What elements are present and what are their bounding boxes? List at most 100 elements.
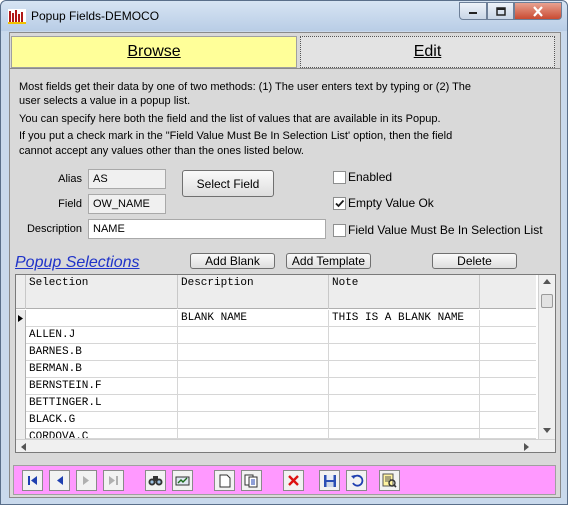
minimize-icon [469,12,477,14]
info-line-3: You can specify here both the field and … [19,113,441,125]
tab-browse[interactable]: Browse [11,36,297,68]
popup-selections-title[interactable]: Popup Selections [15,254,140,272]
enabled-checkbox[interactable] [333,171,346,184]
empty-value-ok-checkbox[interactable] [333,197,346,210]
cell-selection[interactable]: BERNSTEIN.F [26,378,178,395]
cell-note[interactable] [329,361,480,378]
cell-note[interactable] [329,429,480,438]
cell-note[interactable] [329,412,480,429]
find-icon [148,476,163,486]
prev-record-icon [57,476,63,485]
table-row[interactable]: BERMAN.B [26,361,536,378]
save-button[interactable] [319,470,340,491]
report-button[interactable] [172,470,193,491]
tab-edit[interactable]: Edit [300,36,555,68]
first-record-button[interactable] [22,470,43,491]
enabled-label: Enabled [348,170,393,184]
close-button[interactable] [514,2,562,20]
add-blank-button[interactable]: Add Blank [190,253,275,269]
minimize-button[interactable] [459,2,487,20]
copy-record-button[interactable] [241,470,262,491]
delete-record-icon [288,475,299,486]
maximize-button[interactable] [487,2,514,20]
row-selector-column [16,310,26,439]
client-area: Browse Edit Most fields get their data b… [9,32,561,498]
scroll-thumb[interactable] [541,294,553,308]
cell-selection[interactable] [26,310,178,327]
table-row[interactable]: BLANK NAME THIS IS A BLANK NAME [26,310,536,327]
next-record-button[interactable] [76,470,97,491]
info-line-2: user selects a value in a popup list. [19,95,191,107]
select-field-button[interactable]: Select Field [182,170,274,197]
table-row[interactable]: BARNES.B [26,344,536,361]
info-line-4: If you put a check mark in the "Field Va… [19,130,453,142]
table-row[interactable]: BLACK.G [26,412,536,429]
new-record-button[interactable] [214,470,235,491]
cell-selection[interactable]: CORDOVA.C [26,429,178,438]
last-record-button[interactable] [103,470,124,491]
cell-description[interactable] [178,327,329,344]
horizontal-scrollbar[interactable] [16,439,555,452]
column-header-selection[interactable]: Selection [26,275,178,309]
maximize-icon [495,6,506,16]
title-bar[interactable]: Popup Fields-DEMOCO [1,1,567,31]
table-row[interactable]: BERNSTEIN.F [26,378,536,395]
alias-field[interactable]: AS [88,169,166,189]
undo-button[interactable] [346,470,367,491]
find-button[interactable] [145,470,166,491]
scroll-down-icon [543,428,551,433]
vertical-scrollbar[interactable] [538,275,555,439]
tab-divider [10,68,560,69]
cell-selection[interactable]: BETTINGER.L [26,395,178,412]
cell-description[interactable] [178,395,329,412]
cell-selection[interactable]: BERMAN.B [26,361,178,378]
cell-description[interactable]: BLANK NAME [178,310,329,327]
delete-button[interactable]: Delete [432,253,517,269]
delete-record-button[interactable] [283,470,304,491]
info-line-5: cannot accept any values other than the … [19,145,304,157]
cell-description[interactable] [178,412,329,429]
cell-note[interactable] [329,327,480,344]
cell-description[interactable] [178,344,329,361]
table-row[interactable]: CORDOVA.C [26,429,536,439]
info-line-1: Most fields get their data by one of two… [19,81,472,93]
app-icon [8,9,26,24]
cell-description[interactable] [178,361,329,378]
cell-note[interactable] [329,395,480,412]
must-be-in-list-checkbox[interactable] [333,224,346,237]
new-record-icon [219,474,230,487]
cell-selection[interactable]: ALLEN.J [26,327,178,344]
next-record-icon [83,476,89,485]
table-row[interactable]: ALLEN.J [26,327,536,344]
save-icon [323,474,336,487]
alias-label: Alias [58,173,82,185]
cell-selection[interactable]: BARNES.B [26,344,178,361]
column-header-note[interactable]: Note [329,275,480,309]
current-row-icon [18,315,23,322]
cell-selection[interactable]: BLACK.G [26,412,178,429]
cell-note[interactable] [329,344,480,361]
add-template-button[interactable]: Add Template [286,253,371,269]
description-field[interactable]: NAME [88,219,326,239]
window-title: Popup Fields-DEMOCO [31,9,160,23]
column-header-description[interactable]: Description [178,275,329,309]
undo-icon [350,474,363,487]
must-be-in-list-label: Field Value Must Be In Selection List [348,223,543,237]
cell-description[interactable] [178,378,329,395]
popup-grid[interactable]: Selection Description Note BLANK NAME TH… [15,274,556,453]
grid-header: Selection Description Note [16,275,536,309]
cell-note[interactable] [329,378,480,395]
scroll-up-icon [543,279,551,284]
first-record-icon [28,476,37,485]
cell-note[interactable]: THIS IS A BLANK NAME [329,310,480,327]
view-icon [382,473,397,488]
last-record-icon [109,476,118,485]
cell-description[interactable] [178,429,329,438]
table-row[interactable]: BETTINGER.L [26,395,536,412]
field-name-field[interactable]: OW_NAME [88,194,166,214]
prev-record-button[interactable] [49,470,70,491]
view-button[interactable] [379,470,400,491]
header-spacer [16,275,26,309]
copy-record-icon [244,474,258,487]
window: Popup Fields-DEMOCO Browse Edit Most fie… [0,0,568,505]
